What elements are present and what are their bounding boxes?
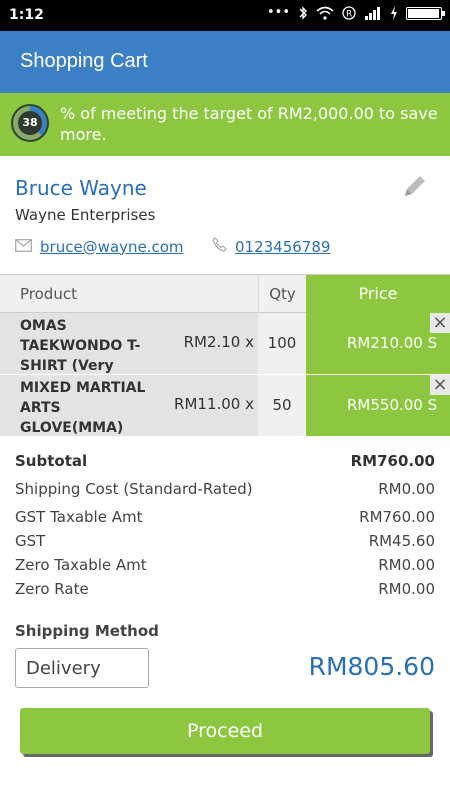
column-price: Price xyxy=(306,275,450,313)
app-bar: Shopping Cart xyxy=(0,31,450,93)
mail-icon xyxy=(15,237,32,256)
gst-taxable-label: GST Taxable Amt xyxy=(15,508,143,526)
wifi-icon xyxy=(316,6,334,20)
zero-taxable-row: Zero Taxable Amt RM0.00 xyxy=(15,556,435,580)
product-cell: OMAS TAEKWONDO T-SHIRT (Very RM2.10 x xyxy=(0,313,258,374)
phone-link[interactable]: 0123456789 xyxy=(235,238,330,256)
progress-ring: 38 xyxy=(11,104,49,142)
subtotal-row: Subtotal RM760.00 xyxy=(15,452,435,480)
progress-value: 38 xyxy=(18,111,42,135)
table-row[interactable]: OMAS TAEKWONDO T-SHIRT (Very RM2.10 x 10… xyxy=(0,313,450,374)
grand-total: RM805.60 xyxy=(308,652,435,681)
table-header: Product Qty Price xyxy=(0,275,450,313)
status-time: 1:12 xyxy=(9,7,44,23)
status-bar: 1:12 ••• R xyxy=(0,0,450,31)
zero-rate-label: Zero Rate xyxy=(15,580,89,598)
bluetooth-icon xyxy=(298,6,308,20)
gst-value: RM45.60 xyxy=(368,532,435,550)
product-name: MIXED MARTIAL ARTS GLOVE(MMA) xyxy=(20,380,146,436)
charging-icon xyxy=(390,6,398,20)
unit-price: RM2.10 x xyxy=(183,333,254,351)
shipping-cost-label: Shipping Cost (Standard-Rated) xyxy=(15,480,253,498)
order-summary: Subtotal RM760.00 Shipping Cost (Standar… xyxy=(15,452,435,604)
shipping-method-label: Shipping Method xyxy=(15,622,159,640)
email-link[interactable]: bruce@wayne.com xyxy=(40,238,184,256)
target-message: % of meeting the target of RM2,000.00 to… xyxy=(60,104,438,144)
edit-pencil-icon[interactable] xyxy=(402,173,428,199)
registered-icon: R xyxy=(342,6,356,20)
shipping-method-select[interactable]: Delivery xyxy=(15,648,149,688)
gst-taxable-value: RM760.00 xyxy=(359,508,435,526)
phone-row: 0123456789 xyxy=(212,237,330,256)
phone-icon xyxy=(212,237,227,256)
column-qty: Qty xyxy=(258,275,306,313)
gst-label: GST xyxy=(15,532,46,550)
customer-name: Bruce Wayne xyxy=(15,176,147,200)
column-product: Product xyxy=(20,285,77,303)
zero-taxable-value: RM0.00 xyxy=(378,556,435,574)
dots-icon: ••• xyxy=(266,5,290,20)
zero-rate-value: RM0.00 xyxy=(378,580,435,598)
price-cell: RM550.00 S xyxy=(306,375,450,436)
unit-price: RM11.00 x xyxy=(174,395,254,413)
svg-text:R: R xyxy=(346,10,352,20)
target-banner: 38 % of meeting the target of RM2,000.00… xyxy=(0,93,450,156)
shipping-cost-value: RM0.00 xyxy=(378,480,435,498)
quantity-cell[interactable]: 50 xyxy=(258,375,306,436)
proceed-button[interactable]: Proceed xyxy=(20,708,430,754)
table-row[interactable]: MIXED MARTIAL ARTS GLOVE(MMA) RM11.00 x … xyxy=(0,375,450,436)
battery-icon xyxy=(406,6,445,20)
subtotal-value: RM760.00 xyxy=(350,452,435,470)
product-name: OMAS TAEKWONDO T-SHIRT (Very xyxy=(20,318,141,374)
remove-item-icon[interactable]: × xyxy=(430,313,450,333)
quantity-cell[interactable]: 100 xyxy=(258,313,306,374)
subtotal-label: Subtotal xyxy=(15,452,88,470)
product-cell: MIXED MARTIAL ARTS GLOVE(MMA) RM11.00 x xyxy=(0,375,258,436)
cart-table: Product Qty Price OMAS TAEKWONDO T-SHIRT… xyxy=(0,274,450,436)
customer-company: Wayne Enterprises xyxy=(15,206,156,224)
remove-item-icon[interactable]: × xyxy=(430,375,450,395)
page-title: Shopping Cart xyxy=(20,50,148,72)
customer-card: Bruce Wayne Wayne Enterprises bruce@wayn… xyxy=(0,156,450,274)
zero-taxable-label: Zero Taxable Amt xyxy=(15,556,147,574)
gst-row: GST RM45.60 xyxy=(15,532,435,556)
zero-rate-row: Zero Rate RM0.00 xyxy=(15,580,435,604)
price-cell: RM210.00 S xyxy=(306,313,450,374)
signal-icon xyxy=(364,6,382,20)
status-icons: ••• R xyxy=(266,5,445,20)
email-row: bruce@wayne.com xyxy=(15,237,184,256)
gst-taxable-row: GST Taxable Amt RM760.00 xyxy=(15,508,435,532)
shipping-cost-row: Shipping Cost (Standard-Rated) RM0.00 xyxy=(15,480,435,504)
